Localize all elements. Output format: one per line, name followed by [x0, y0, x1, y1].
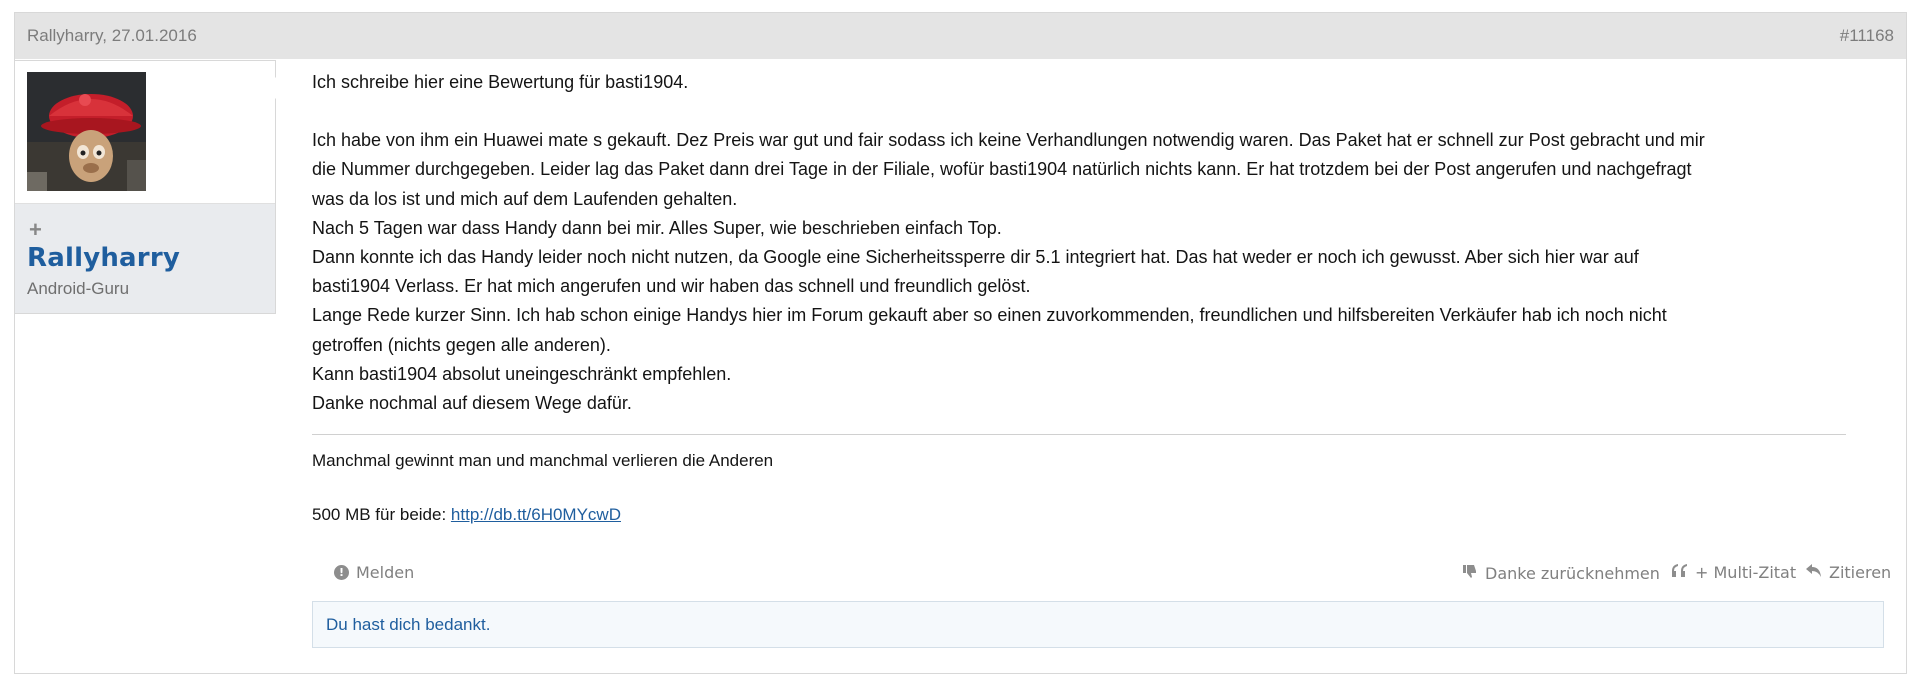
- post-line: Danke nochmal auf diesem Wege dafür.: [312, 393, 632, 414]
- post-line: Lange Rede kurzer Sinn. Ich hab schon ei…: [312, 305, 1667, 326]
- post-line: Ich habe von ihm ein Huawei mate s gekau…: [312, 130, 1705, 151]
- user-sidebar: + Rallyharry Android-Guru: [14, 60, 286, 314]
- post-line-gap: [312, 97, 1852, 126]
- avatar-image-icon: [27, 72, 146, 191]
- signature-line: Manchmal gewinnt man und manchmal verlie…: [312, 451, 774, 470]
- post-line: die Nummer durchgegeben. Leider lag das …: [312, 159, 1692, 180]
- signature-gap: [312, 474, 773, 502]
- post-line: basti1904 Verlass. Er hat mich angerufen…: [312, 276, 1031, 297]
- post-line: Dann konnte ich das Handy leider noch ni…: [312, 247, 1639, 268]
- signature-line: 500 MB für beide: http://db.tt/6H0MYcwD: [312, 502, 773, 528]
- avatar[interactable]: [27, 72, 146, 191]
- post-author-date: Rallyharry, 27.01.2016: [27, 26, 197, 45]
- post-header: Rallyharry, 27.01.2016 #11168: [15, 13, 1906, 59]
- post-line: was da los ist und mich auf dem Laufende…: [312, 188, 738, 209]
- quote-label: Zitieren: [1829, 563, 1892, 582]
- post-content: Ich schreibe hier eine Bewertung für bas…: [312, 68, 1852, 418]
- avatar-container: [15, 61, 286, 204]
- thumbs-down-icon: [1462, 563, 1478, 583]
- exclamation-circle-icon: !: [334, 565, 349, 580]
- reply-icon: [1806, 563, 1822, 582]
- signature-divider: [312, 434, 1846, 435]
- thanked-notice: Du hast dich bedankt.: [312, 601, 1884, 648]
- signature-text: 500 MB für beide:: [312, 505, 451, 524]
- unthank-label: Danke zurücknehmen: [1485, 563, 1660, 583]
- report-label: Melden: [356, 563, 415, 582]
- post-actions: ! Melden Danke zurücknehmen + Multi-Zita…: [312, 560, 1894, 588]
- multiquote-button[interactable]: + Multi-Zitat: [1672, 563, 1796, 582]
- multiquote-label: + Multi-Zitat: [1695, 563, 1797, 582]
- signature: Manchmal gewinnt man und manchmal verlie…: [312, 448, 773, 528]
- post-line: Kann basti1904 absolut uneingeschränkt e…: [312, 363, 732, 384]
- quote-icon: [1672, 563, 1688, 582]
- user-title: Android-Guru: [27, 279, 130, 298]
- signature-link[interactable]: http://db.tt/6H0MYcwD: [451, 505, 621, 524]
- plus-icon[interactable]: +: [29, 217, 42, 243]
- report-button[interactable]: ! Melden: [334, 563, 414, 582]
- post-line: Ich schreibe hier eine Bewertung für bas…: [312, 72, 689, 92]
- post-line: getroffen (nichts gegen alle anderen).: [312, 334, 611, 355]
- username-link[interactable]: Rallyharry: [27, 243, 180, 273]
- post-line: Nach 5 Tagen war dass Handy dann bei mir…: [312, 217, 1002, 238]
- quote-button[interactable]: Zitieren: [1806, 563, 1891, 582]
- unthank-button[interactable]: Danke zurücknehmen: [1462, 563, 1660, 583]
- post-number-link[interactable]: #11168: [1840, 26, 1894, 46]
